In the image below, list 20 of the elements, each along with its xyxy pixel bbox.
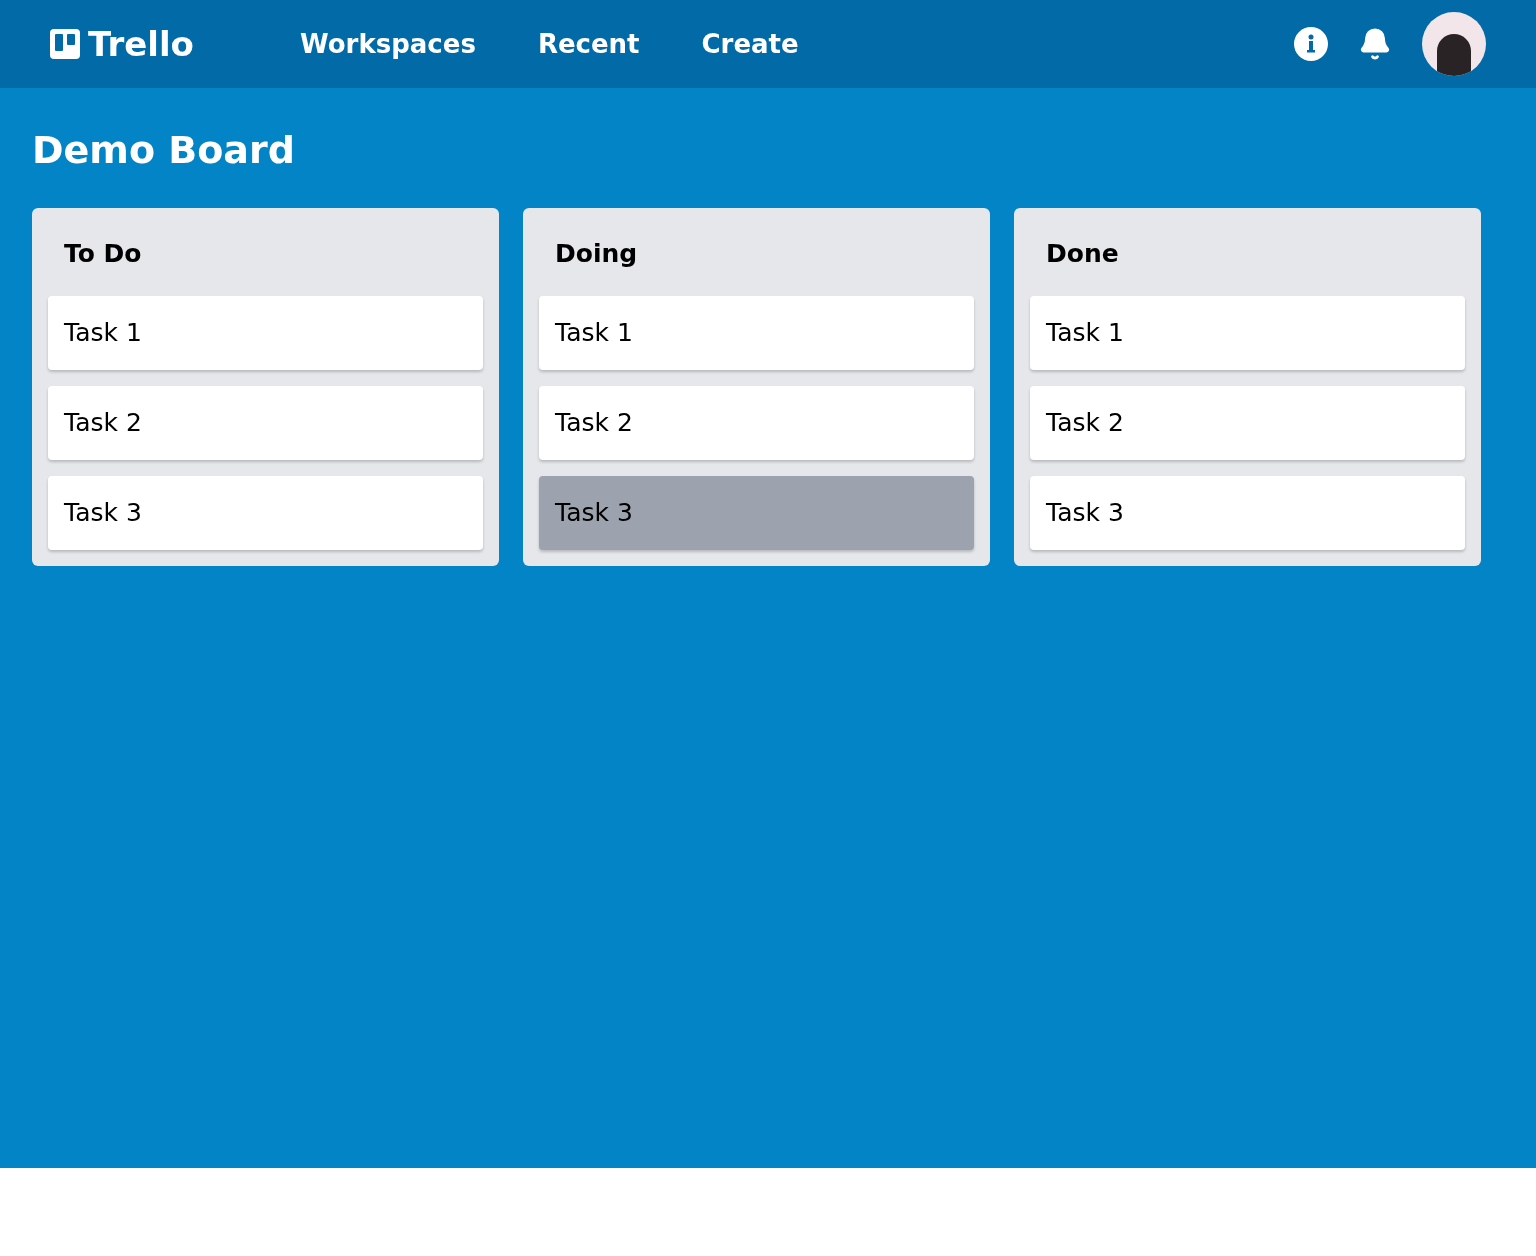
board-title: Demo Board: [32, 128, 296, 172]
nav-link[interactable]: Workspaces: [300, 24, 476, 64]
task-card[interactable]: Task 1: [539, 296, 974, 370]
info-icon[interactable]: [1294, 27, 1328, 61]
nav-link[interactable]: Create: [701, 24, 799, 64]
logo-icon: [50, 29, 80, 59]
task-card[interactable]: Task 1: [48, 296, 483, 370]
task-card[interactable]: Task 2: [539, 386, 974, 460]
nav-link[interactable]: Recent: [537, 24, 640, 64]
task-card[interactable]: Task 3: [48, 476, 483, 550]
task-card[interactable]: Task 2: [1030, 386, 1465, 460]
task-card[interactable]: Task 2: [48, 386, 483, 460]
task-card[interactable]: Task 3: [539, 476, 974, 550]
task-card[interactable]: Task 1: [1030, 296, 1465, 370]
logo-text[interactable]: Trello: [88, 18, 194, 70]
list-title: Doing: [554, 238, 639, 270]
list-title: Done: [1045, 238, 1120, 270]
notification-bell-icon[interactable]: [1358, 27, 1392, 61]
list-title: To Do: [63, 238, 143, 270]
task-card[interactable]: Task 3: [1030, 476, 1465, 550]
